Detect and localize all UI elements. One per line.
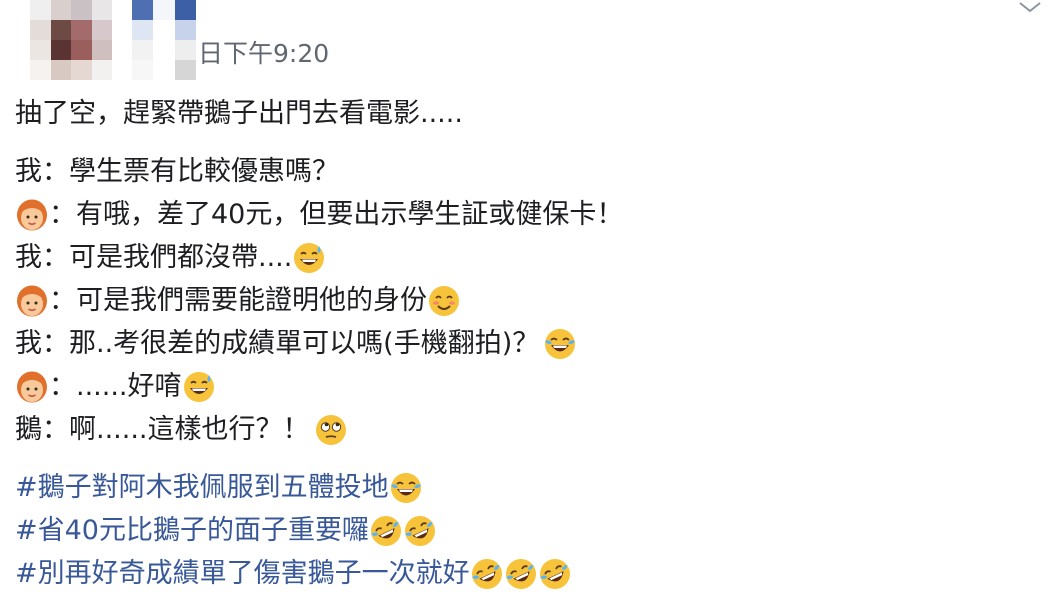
hashtag-link[interactable]: #省40元比鵝子的面子重要囉 [15, 511, 369, 551]
rolling-laughing-icon [504, 557, 538, 591]
hashtag-line: #省40元比鵝子的面子重要囉 [15, 511, 437, 551]
hashtag-link[interactable]: #別再好奇成績單了傷害鵝子一次就好 [15, 554, 470, 594]
dialogue-text: ：可是我們需要能證明他的身份 [49, 285, 427, 316]
dialogue-text: ：那..考很差的成績單可以嗎(手機翻拍)？ [42, 328, 540, 359]
dialogue-line: 鵝：啊......這樣也行？！ [15, 410, 348, 450]
rolling-laughing-icon [470, 557, 504, 591]
rolling-eyes-icon [314, 413, 348, 447]
smiling-blush-icon [427, 284, 461, 318]
dialogue-line: ：可是我們需要能證明他的身份 [15, 281, 461, 321]
author-name-blurred[interactable] [132, 0, 196, 80]
post-intro-line: 抽了空，趕緊帶鵝子出門去看電影..... [15, 94, 463, 134]
grinning-sweat-icon [292, 241, 326, 275]
post-timestamp[interactable]: 日下午9:20 [198, 38, 329, 70]
speaker-label: 我 [15, 156, 42, 187]
dialogue-text: ：可是我們都沒帶.... [42, 242, 293, 273]
dialogue-line: 我：學生票有比較優惠嗎？ [15, 152, 339, 192]
hashtag-line: #別再好奇成績單了傷害鵝子一次就好 [15, 554, 572, 594]
woman-icon [15, 284, 49, 318]
hashtag-link[interactable]: #鵝子對阿木我佩服到五體投地 [15, 468, 389, 508]
grinning-sweat-icon [182, 370, 216, 404]
dialogue-line: ：......好唷 [15, 367, 216, 407]
dialogue-text: ：......好唷 [49, 371, 182, 402]
dialogue-text: ：啊......這樣也行？！ [42, 414, 310, 445]
dialogue-line: 我：那..考很差的成績單可以嗎(手機翻拍)？ [15, 324, 577, 364]
woman-icon [15, 198, 49, 232]
tears-of-joy-icon [389, 471, 423, 505]
dialogue-text: ：學生票有比較優惠嗎？ [42, 156, 339, 187]
chevron-down-icon[interactable] [1017, 0, 1043, 16]
rolling-laughing-icon [538, 557, 572, 591]
rolling-laughing-icon [403, 514, 437, 548]
woman-icon [15, 370, 49, 404]
dialogue-text: ：有哦，差了40元，但要出示學生証或健保卡！ [49, 199, 624, 230]
post-intro-text: 抽了空，趕緊帶鵝子出門去看電影..... [15, 98, 463, 129]
dialogue-line: ：有哦，差了40元，但要出示學生証或健保卡！ [15, 195, 623, 235]
speaker-label: 鵝 [15, 414, 42, 445]
tears-of-joy-icon [543, 327, 577, 361]
hashtag-line: #鵝子對阿木我佩服到五體投地 [15, 468, 423, 508]
speaker-label: 我 [15, 242, 42, 273]
speaker-label: 我 [15, 328, 42, 359]
avatar[interactable] [30, 0, 112, 80]
dialogue-line: 我：可是我們都沒帶.... [15, 238, 326, 278]
rolling-laughing-icon [369, 514, 403, 548]
